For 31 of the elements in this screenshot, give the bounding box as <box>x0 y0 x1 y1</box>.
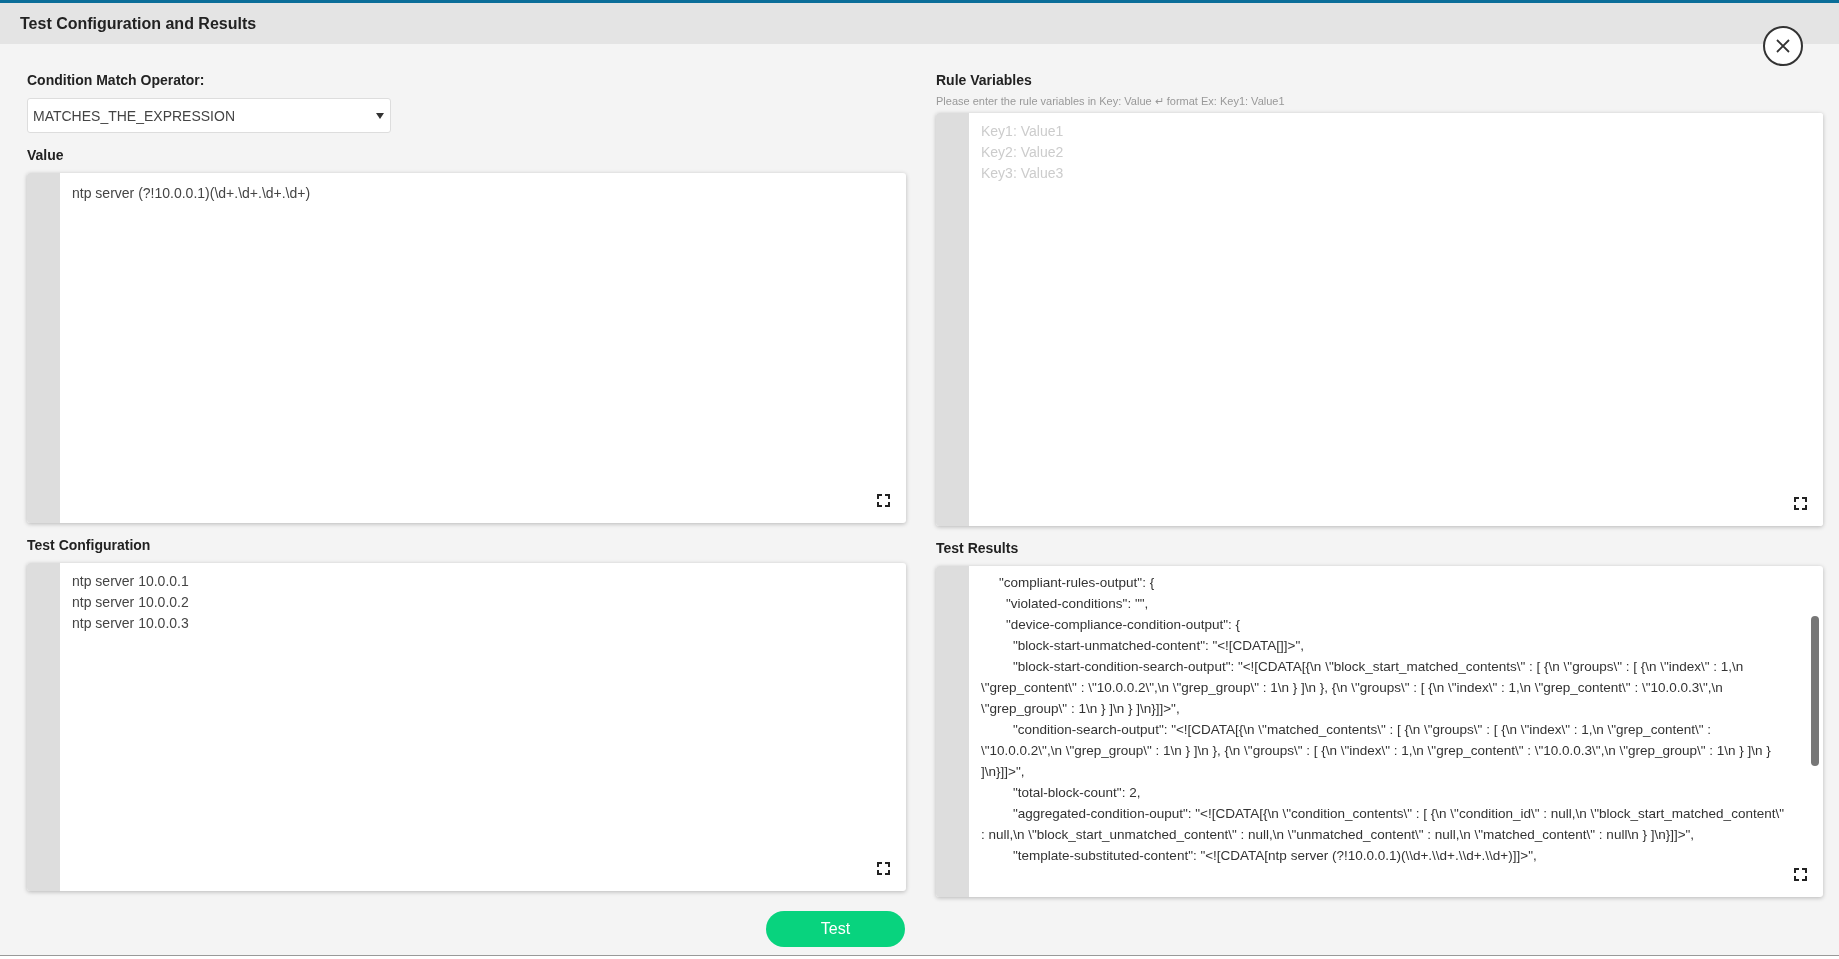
field-label: Rule Variables <box>936 72 1033 90</box>
code-editor[interactable]: ntp server (?!10.0.0.1)(\d+.\d+.\d+.\d+) <box>27 173 906 523</box>
result-line: "violated-conditions": "", <box>1005 595 1150 613</box>
scrollbar[interactable] <box>1811 616 1819 766</box>
expand-icon[interactable] <box>877 494 890 507</box>
field-label: Test Results <box>936 540 1020 558</box>
code-line: ntp server 10.0.0.3 <box>72 614 190 633</box>
close-button[interactable] <box>1763 26 1803 66</box>
result-line: "template-substituted-content": "<![CDATA[ntp server (?!10.0.0.1)(\\d+.\\d+.\\d+.\\d+)]]>", <box>1012 847 1538 865</box>
result-line: "block-start-unmatched-content": "<![CDATA[]]>", <box>1012 637 1306 655</box>
result-line: "compliant-rules-output": { <box>998 574 1156 592</box>
code-line: ntp server 10.0.0.1 <box>72 572 190 591</box>
close-icon <box>1775 38 1791 54</box>
result-line: "aggregated-condition-ouput": "<![CDATA[{\n \"condition_contents\" : [ {\n \"condition_id\" : null,\n \"block_start_matched_content\" : null,\n \"block_start_unmatched_content\" : null,\n \"unmatched_content\" : null,\n \"matched_content\" : null\n } ]\n}]]>", <box>981 805 1785 844</box>
window-title: Test Configuration and Results <box>20 14 257 33</box>
field-label: Condition Match Operator: <box>27 72 206 90</box>
operator-dropdown[interactable]: MATCHES_THE_EXPRESSION <box>27 98 391 133</box>
expand-icon[interactable] <box>877 862 890 875</box>
expand-icon[interactable] <box>1794 868 1807 881</box>
code-line: ntp server (?!10.0.0.1)(\d+.\d+.\d+.\d+) <box>72 184 312 203</box>
field-label: Value <box>27 147 65 165</box>
result-line: "block-start-condition-search-output": "<![CDATA[{\n \"block_start_matched_contents\" : [ {\n \"groups\" : [ {\n \"index\" : 1,\n \"grep_content\" : \"10.0.0.2\",\n \"grep_group\" : 1\n } ]\n }, {\n \"groups\" : [ {\n \"index\" : 1,\n \"grep_content\" : \"10.0.0.3\",\n \"grep_group\" : 1\n } ]\n } ]\n}]]>", <box>981 658 1745 718</box>
code-editor[interactable]: ntp server 10.0.0.1 ntp server 10.0.0.2 ntp server 10.0.0.3 <box>27 563 906 891</box>
result-line: "total-block-count": 2, <box>1012 784 1142 802</box>
result-line: "condition-search-output": "<![CDATA[{\n \"matched_contents\" : [ {\n \"groups\" : [ {\n \"index\" : 1,\n \"grep_content\" : \"10.0.0.2\",\n \"grep_group\" : 1\n } ]\n }, {\n \"groups\" : [ {\n \"index\" : 1,\n \"grep_content\" : \"10.0.0.3\",\n \"grep_group\" : 1\n } ]\n } ]\n}]]>", <box>981 721 1772 781</box>
code-line: ntp server 10.0.0.2 <box>72 593 190 612</box>
expand-icon[interactable] <box>1794 497 1807 510</box>
caret-icon <box>376 112 384 119</box>
field-label: Test Configuration <box>27 537 152 555</box>
result-line: "device-compliance-condition-output": { <box>1005 616 1241 634</box>
hint-text: Please enter the rule variables in Key: Value ↵ format Ex: Key1: Value1 <box>936 95 1286 108</box>
